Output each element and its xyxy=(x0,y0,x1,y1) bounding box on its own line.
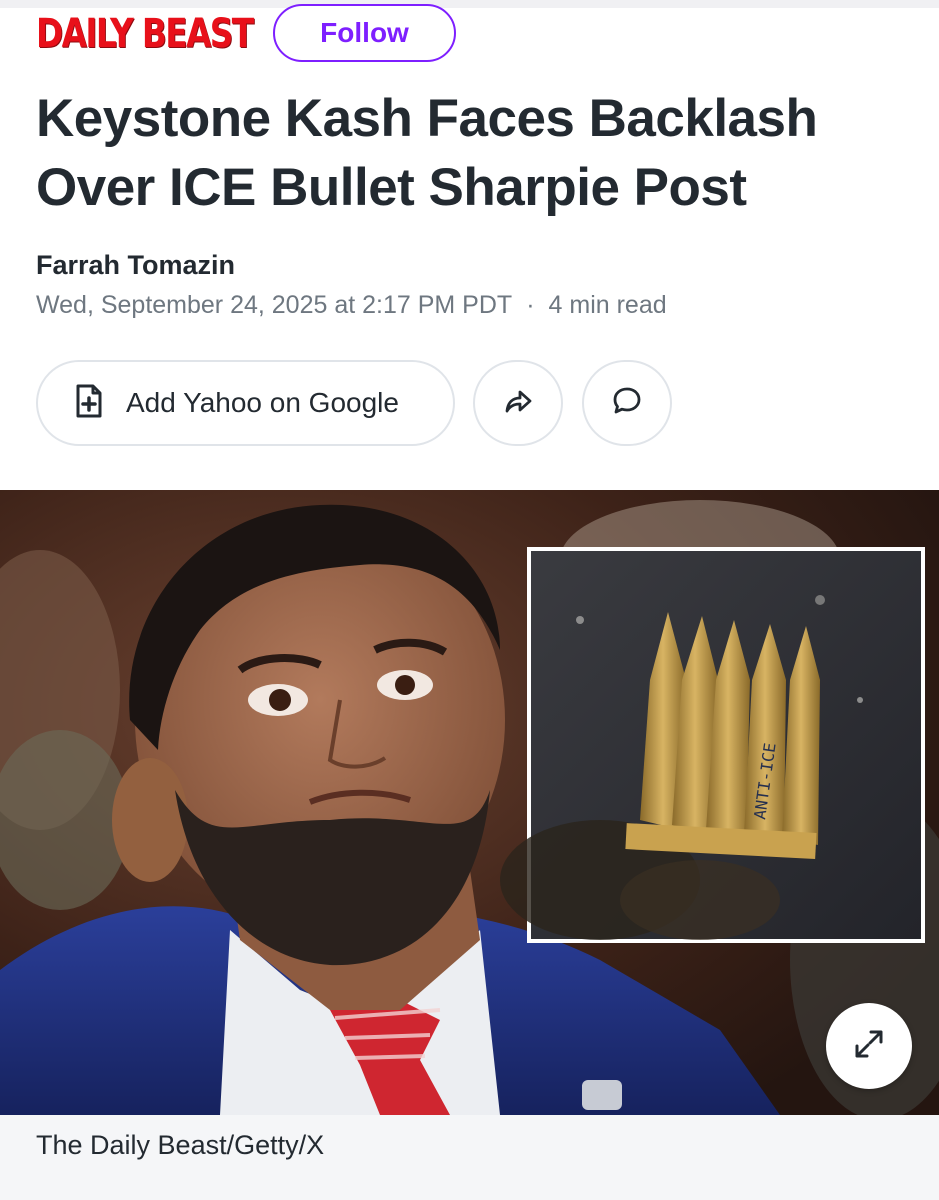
document-plus-icon xyxy=(74,384,104,423)
publish-date: Wed, September 24, 2025 at 2:17 PM PDT xyxy=(36,291,513,319)
expand-image-button[interactable] xyxy=(826,1003,912,1089)
daily-beast-logo[interactable]: DAILY BEAST xyxy=(36,14,254,54)
add-yahoo-on-google-label: Add Yahoo on Google xyxy=(126,387,399,418)
article-headline: Keystone Kash Faces Backlash Over ICE Bu… xyxy=(36,89,818,217)
hero-photo-illustration: ANTI-ICE xyxy=(0,490,939,1115)
article-meta: Wed, September 24, 2025 at 2:17 PM PDT ·… xyxy=(36,291,667,320)
comment-bubble-icon xyxy=(611,385,643,422)
follow-button[interactable]: Follow xyxy=(273,4,456,62)
add-yahoo-on-google-button[interactable]: Add Yahoo on Google xyxy=(36,360,455,446)
share-arrow-icon xyxy=(503,387,533,420)
publisher-row: DAILY BEAST Follow xyxy=(36,4,456,64)
meta-separator: · xyxy=(526,291,535,319)
comment-button[interactable] xyxy=(582,360,672,446)
expand-arrows-icon xyxy=(851,1026,887,1067)
share-button[interactable] xyxy=(473,360,563,446)
read-time: 4 min read xyxy=(548,291,667,319)
image-caption: The Daily Beast/Getty/X xyxy=(36,1130,325,1160)
author-name[interactable]: Farrah Tomazin xyxy=(36,250,235,281)
hero-image[interactable]: ANTI-ICE xyxy=(0,490,939,1115)
